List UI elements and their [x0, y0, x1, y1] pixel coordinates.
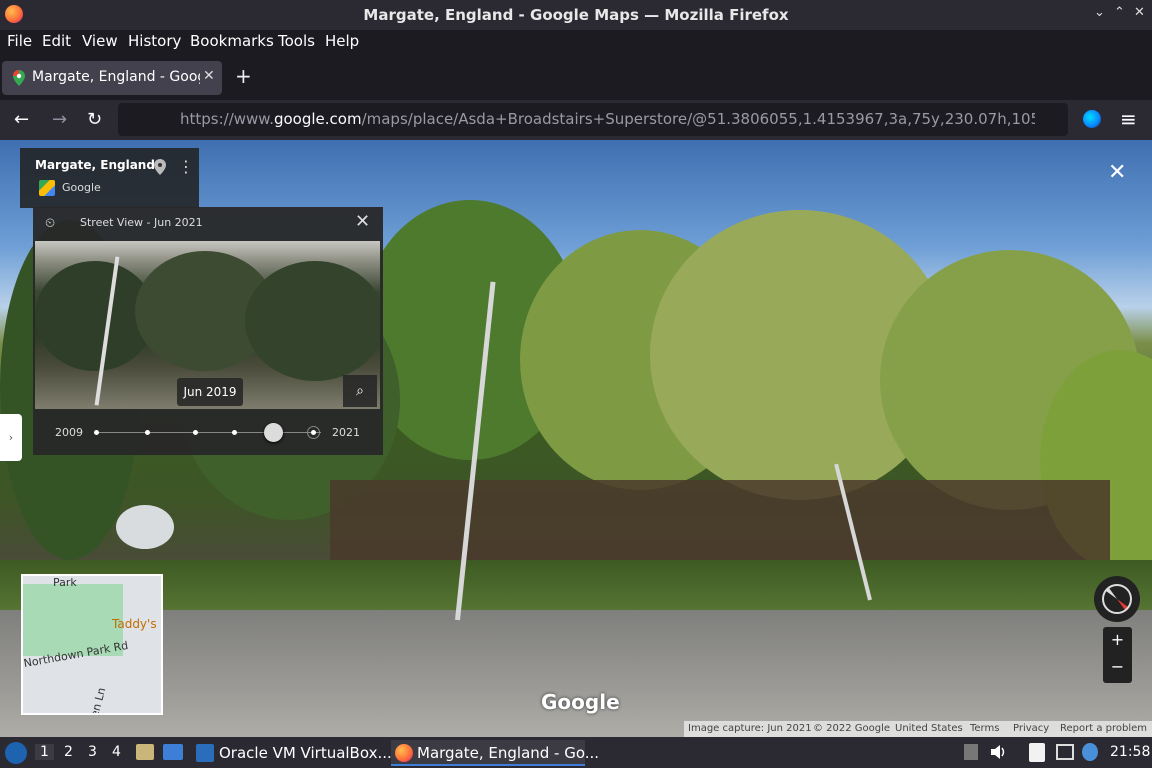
show-desktop-icon[interactable]	[163, 744, 183, 760]
clock: 21:58	[1110, 744, 1151, 760]
street-view-date-header: Street View - Jun 2021	[80, 216, 203, 229]
place-name: Margate, England	[35, 158, 155, 172]
window-title: Margate, England - Google Maps — Mozilla…	[363, 6, 789, 24]
menu-bar: File Edit View History Bookmarks Tools H…	[0, 30, 1152, 54]
menu-help[interactable]: Help	[325, 32, 359, 50]
timeline-track[interactable]	[97, 432, 321, 433]
menu-edit[interactable]: Edit	[42, 32, 71, 50]
close-window-button[interactable]: ✕	[1134, 5, 1145, 20]
image-capture-date: Image capture: Jun 2021	[688, 723, 812, 734]
taskbar-app-label: Oracle VM VirtualBox...	[219, 744, 392, 762]
region-link[interactable]: United States	[895, 723, 963, 734]
place-card: Margate, England Google ⋮	[20, 148, 199, 208]
menu-history[interactable]: History	[128, 32, 181, 50]
google-maps-icon	[39, 180, 55, 196]
zoom-controls: + −	[1103, 627, 1132, 683]
timeline-current-point[interactable]	[307, 426, 320, 439]
tab-title: Margate, England - Google Maps	[32, 69, 200, 85]
map-pin-icon[interactable]	[154, 159, 166, 175]
tab-google-maps[interactable]: Margate, England - Google Maps ✕	[2, 61, 222, 95]
copyright: © 2022 Google	[813, 723, 891, 734]
place-source: Google	[62, 181, 101, 194]
map-label-lane: en Ln	[87, 686, 109, 715]
menu-bookmarks[interactable]: Bookmarks	[190, 32, 274, 50]
google-maps-favicon-icon	[13, 70, 25, 86]
workspace-1[interactable]: 1	[35, 744, 54, 760]
menu-file[interactable]: File	[7, 32, 32, 50]
file-manager-icon[interactable]	[136, 744, 154, 760]
timeline-point[interactable]	[94, 430, 99, 435]
tray-app-icon[interactable]	[964, 744, 978, 760]
menu-tools[interactable]: Tools	[278, 32, 315, 50]
map-poi-label: Taddy's	[112, 617, 157, 631]
account-avatar[interactable]	[1083, 110, 1101, 128]
more-options-icon[interactable]: ⋮	[178, 157, 194, 176]
virtualbox-icon	[196, 744, 214, 762]
map-label-park: Park	[53, 576, 77, 589]
new-tab-button[interactable]: +	[235, 64, 252, 88]
taskbar-app-virtualbox[interactable]: Oracle VM VirtualBox...	[192, 740, 392, 766]
timeline-knob[interactable]	[264, 423, 283, 442]
firefox-icon	[395, 744, 413, 762]
report-problem-link[interactable]: Report a problem	[1060, 723, 1147, 734]
road-sign	[116, 505, 174, 549]
road	[0, 610, 1152, 737]
privacy-link[interactable]: Privacy	[1013, 723, 1049, 734]
historic-thumbnail[interactable]: Jun 2019 ⌕	[35, 241, 380, 409]
url-text[interactable]: https://www.google.com/maps/place/Asda+B…	[180, 110, 1035, 130]
compass-icon[interactable]	[1094, 576, 1140, 622]
minimize-button[interactable]: ⌄	[1094, 5, 1105, 20]
zoom-in-button[interactable]: +	[1103, 630, 1132, 649]
forward-button[interactable]: →	[52, 109, 67, 130]
maximize-button[interactable]: ⌃	[1114, 5, 1125, 20]
close-time-panel-icon[interactable]: ✕	[355, 211, 370, 232]
clipboard-icon[interactable]	[1029, 743, 1045, 762]
window-titlebar: Margate, England - Google Maps — Mozilla…	[0, 0, 1152, 30]
zoom-out-button[interactable]: −	[1103, 657, 1132, 676]
google-logo: Google	[541, 690, 620, 714]
workspace-3[interactable]: 3	[88, 744, 97, 760]
menu-view[interactable]: View	[82, 32, 118, 50]
exit-street-view-icon[interactable]: ✕	[1108, 160, 1126, 185]
timeline-point[interactable]	[193, 430, 198, 435]
timeline-point[interactable]	[232, 430, 237, 435]
map-footer: Image capture: Jun 2021 © 2022 Google Un…	[684, 721, 1152, 737]
app-menu-button[interactable]: ≡	[1120, 107, 1137, 131]
network-icon[interactable]	[1056, 744, 1074, 760]
timeline-point[interactable]	[145, 430, 150, 435]
minimap[interactable]: Park Northdown Park Rd en Ln Taddy's	[21, 574, 163, 715]
back-button[interactable]: ←	[14, 109, 29, 130]
zoom-magnifier-icon[interactable]: ⌕	[343, 375, 377, 407]
time-travel-panel: ⏲ Street View - Jun 2021 ✕ Jun 2019 ⌕ 20…	[33, 207, 383, 455]
terms-link[interactable]: Terms	[970, 723, 999, 734]
timeline-start-year: 2009	[55, 426, 83, 439]
timeline-slider[interactable]: 2009 2021	[33, 417, 383, 447]
timeline-end-year: 2021	[332, 426, 360, 439]
date-badge: Jun 2019	[177, 378, 243, 406]
taskbar: 1 2 3 4 Oracle VM VirtualBox... Margate,…	[0, 737, 1152, 768]
taskbar-app-label: Margate, England - Go...	[417, 744, 600, 762]
workspace-2[interactable]: 2	[64, 744, 73, 760]
notification-icon[interactable]	[1082, 743, 1098, 761]
history-icon[interactable]: ⏲	[45, 216, 55, 231]
volume-icon[interactable]	[990, 744, 1008, 760]
tab-close-icon[interactable]: ✕	[203, 68, 215, 84]
reload-button[interactable]: ↻	[87, 109, 102, 130]
side-panel-toggle[interactable]: ›	[0, 414, 22, 461]
start-menu-icon[interactable]	[5, 742, 27, 764]
taskbar-app-firefox[interactable]: Margate, England - Go...	[391, 740, 599, 766]
workspace-4[interactable]: 4	[112, 744, 121, 760]
